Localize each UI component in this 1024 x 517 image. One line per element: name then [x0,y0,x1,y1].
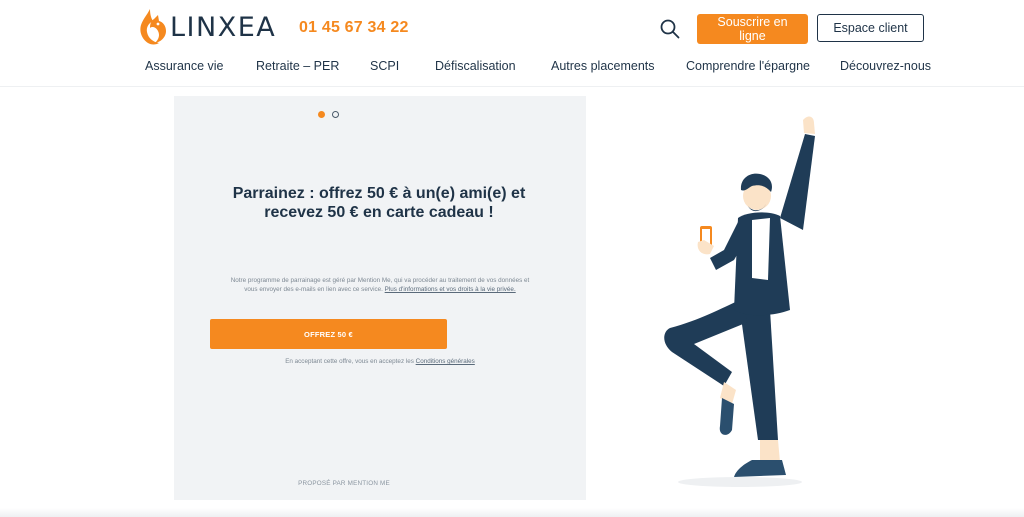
terms-link[interactable]: Conditions générales [416,358,475,365]
carousel-dots [318,111,342,118]
carousel-dot-active[interactable] [318,111,325,118]
nav-item-defiscalisation[interactable]: Défiscalisation [435,59,516,73]
subscribe-online-button[interactable]: Souscrire en ligne [697,14,808,44]
celebrating-man-illustration [664,116,815,487]
carousel-dot[interactable] [332,111,339,118]
referral-title: Parrainez : offrez 50 € à un(e) ami(e) e… [232,185,526,221]
phone-number[interactable]: 01 45 67 34 22 [299,19,409,37]
logo-wordmark: LINXEA [170,11,277,43]
referral-card: Parrainez : offrez 50 € à un(e) ami(e) e… [174,96,586,500]
nav-item-scpi[interactable]: SCPI [370,59,399,73]
privacy-info-link[interactable]: Plus d'informations et vos droits à la v… [385,286,516,293]
offer-50-button[interactable]: OFFREZ 50 € [210,319,447,349]
referral-footer: PROPOSÉ PAR MENTION ME [298,480,390,487]
nav-item-comprendre-epargne[interactable]: Comprendre l'épargne [686,59,810,73]
main-navigation: Assurance vie Retraite – PER SCPI Défisc… [0,59,1024,75]
page-bottom-edge [0,508,1024,517]
client-area-button[interactable]: Espace client [817,14,924,42]
nav-item-decouvrez-nous[interactable]: Découvrez-nous [840,59,931,73]
referral-terms: En acceptant cette offre, vous en accept… [194,358,566,365]
referral-info: Notre programme de parrainage est géré p… [224,276,536,294]
linxea-logo[interactable]: LINXEA [138,8,276,46]
nav-item-assurance-vie[interactable]: Assurance vie [145,59,224,73]
fox-logo-icon [140,9,166,45]
search-icon [660,19,680,39]
nav-item-retraite-per[interactable]: Retraite – PER [256,59,339,73]
search-button[interactable] [659,18,681,40]
terms-text: En acceptant cette offre, vous en accept… [285,358,414,365]
nav-item-autres-placements[interactable]: Autres placements [551,59,655,73]
site-header: LINXEA 01 45 67 34 22 Souscrire en ligne… [0,0,1024,87]
